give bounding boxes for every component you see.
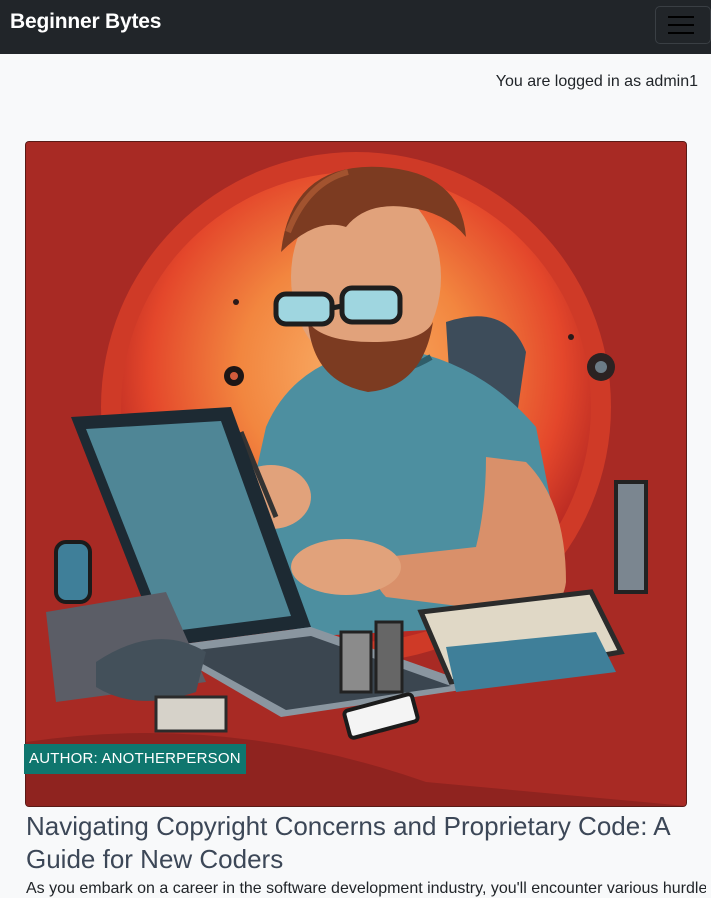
post-hero-image[interactable] [26, 142, 686, 806]
author-badge[interactable]: AUTHOR: ANOTHERPERSON [24, 744, 246, 774]
post-title[interactable]: Navigating Copyright Concerns and Propri… [26, 810, 696, 876]
brand-link[interactable]: Beginner Bytes [10, 10, 161, 34]
navbar-toggle-button[interactable] [655, 6, 711, 44]
post-excerpt: As you embark on a career in the softwar… [26, 880, 706, 897]
top-navbar: Beginner Bytes [0, 0, 711, 54]
login-status-text: You are logged in as admin1 [495, 73, 698, 90]
